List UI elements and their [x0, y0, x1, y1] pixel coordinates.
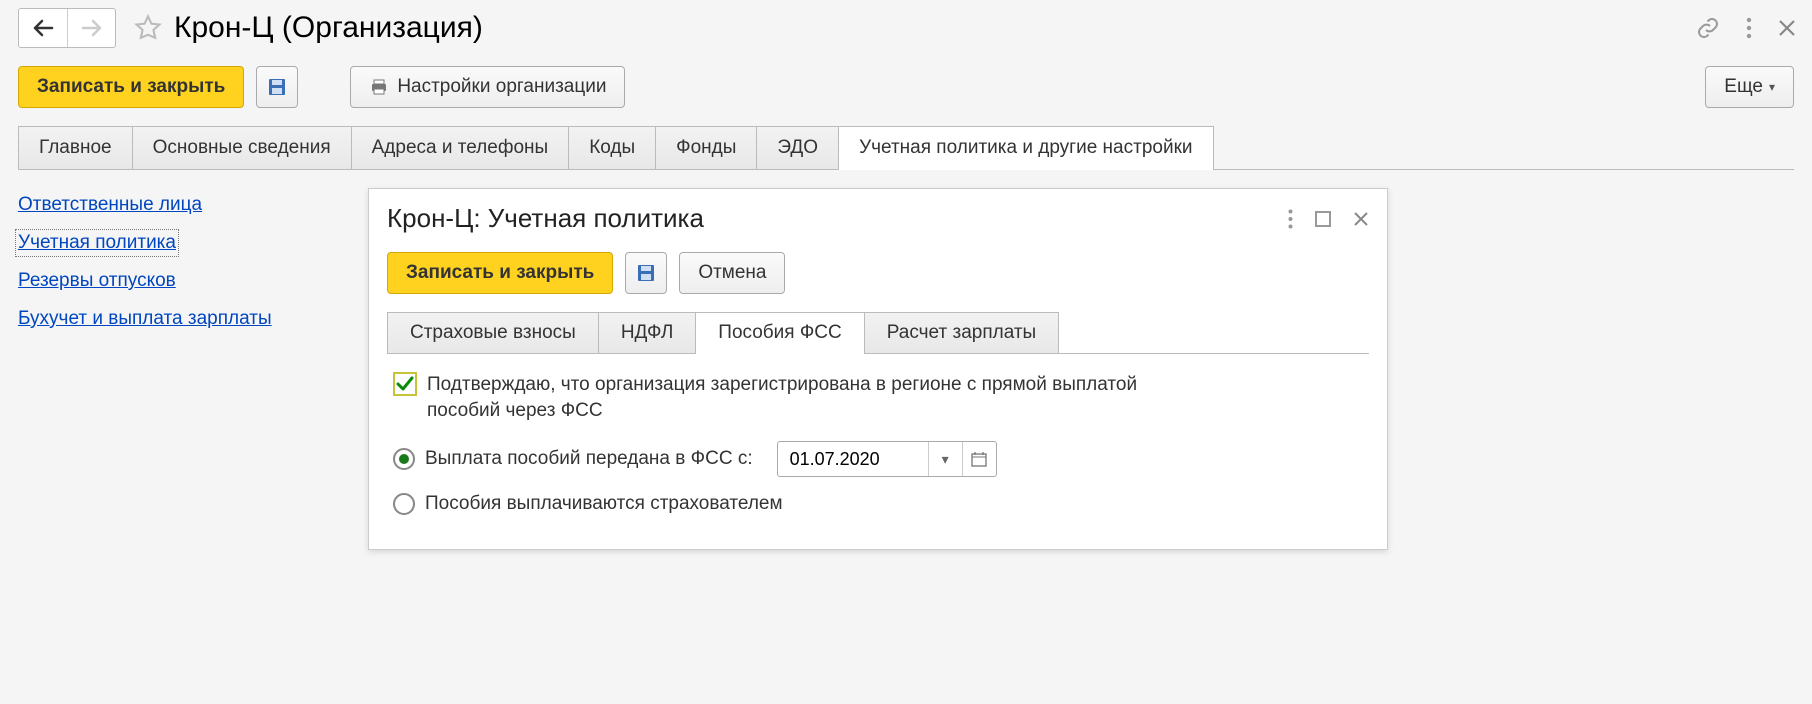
link-responsible[interactable]: Ответственные лица	[18, 194, 202, 216]
fss-panel: Подтверждаю, что организация зарегистрир…	[369, 354, 1387, 549]
more-button[interactable]: Еще ▾	[1705, 66, 1794, 108]
header-controls	[1696, 16, 1796, 40]
page-title: Крон-Ц (Организация)	[174, 11, 483, 45]
subtab-fss-benefits[interactable]: Пособия ФСС	[695, 312, 864, 353]
date-picker-button[interactable]	[962, 442, 996, 476]
tab-codes[interactable]: Коды	[568, 126, 656, 169]
subtab-salary-calc[interactable]: Расчет зарплаты	[864, 312, 1059, 353]
arrow-left-icon	[32, 19, 54, 37]
radio-insured-pays-row: Пособия выплачиваются страхователем	[393, 493, 1363, 515]
kebab-icon[interactable]	[1746, 17, 1752, 39]
link-vacation-reserves[interactable]: Резервы отпусков	[18, 270, 176, 292]
forward-button[interactable]	[67, 9, 115, 47]
sub-close-icon[interactable]	[1353, 209, 1369, 229]
tab-funds[interactable]: Фонды	[655, 126, 757, 169]
check-icon	[396, 375, 414, 393]
save-icon	[636, 263, 656, 283]
subtab-ndfl[interactable]: НДФЛ	[598, 312, 696, 353]
tab-addresses[interactable]: Адреса и телефоны	[351, 126, 570, 169]
arrow-right-icon	[81, 19, 103, 37]
tab-basic-info[interactable]: Основные сведения	[132, 126, 352, 169]
tab-accounting-policy[interactable]: Учетная политика и другие настройки	[838, 126, 1213, 169]
radio-fss-transferred-label: Выплата пособий передана в ФСС с:	[425, 448, 753, 470]
sub-window-header: Крон-Ц: Учетная политика	[369, 189, 1387, 242]
sub-save-and-close-button[interactable]: Записать и закрыть	[387, 252, 613, 294]
tab-main[interactable]: Главное	[18, 126, 133, 169]
tab-edo[interactable]: ЭДО	[756, 126, 839, 169]
save-icon	[267, 77, 287, 97]
sub-save-button[interactable]	[625, 252, 667, 294]
link-icon[interactable]	[1696, 16, 1720, 40]
sub-window-controls	[1288, 209, 1369, 229]
save-button[interactable]	[256, 66, 298, 108]
window-header: Крон-Ц (Организация)	[0, 0, 1812, 56]
org-settings-label: Настройки организации	[397, 76, 606, 98]
main-toolbar: Записать и закрыть Настройки организации…	[0, 56, 1812, 118]
radio-fss-transferred[interactable]	[393, 448, 415, 470]
print-icon	[369, 77, 389, 97]
save-and-close-button[interactable]: Записать и закрыть	[18, 66, 244, 108]
sub-window: Крон-Ц: Учетная политика Записать и закр…	[368, 188, 1388, 550]
side-links: Ответственные лица Учетная политика Резе…	[18, 188, 338, 550]
confirm-row: Подтверждаю, что организация зарегистрир…	[393, 372, 1363, 423]
fss-date-field: ▾	[777, 441, 997, 477]
org-settings-button[interactable]: Настройки организации	[350, 66, 625, 108]
link-accounting-policy[interactable]: Учетная политика	[18, 232, 176, 254]
close-icon[interactable]	[1778, 19, 1796, 37]
radio-insured-pays[interactable]	[393, 493, 415, 515]
sub-toolbar: Записать и закрыть Отмена	[369, 242, 1387, 304]
back-button[interactable]	[19, 9, 67, 47]
cancel-button[interactable]: Отмена	[679, 252, 785, 294]
confirm-label: Подтверждаю, что организация зарегистрир…	[427, 372, 1147, 423]
favorite-icon[interactable]	[128, 8, 168, 48]
radio-fss-transferred-row: Выплата пособий передана в ФСС с: ▾	[393, 441, 1363, 477]
more-label: Еще	[1724, 76, 1763, 98]
main-tabs: Главное Основные сведения Адреса и телеф…	[18, 126, 1794, 170]
link-accounting-salary[interactable]: Бухучет и выплата зарплаты	[18, 308, 272, 330]
sub-tabs: Страховые взносы НДФЛ Пособия ФСС Расчет…	[387, 312, 1369, 354]
calendar-icon	[971, 451, 987, 467]
content-area: Ответственные лица Учетная политика Резе…	[0, 170, 1812, 568]
chevron-down-icon: ▾	[1769, 80, 1775, 94]
sub-window-title: Крон-Ц: Учетная политика	[387, 203, 704, 234]
confirm-checkbox[interactable]	[393, 372, 417, 396]
subtab-insurance[interactable]: Страховые взносы	[387, 312, 599, 353]
radio-insured-pays-label: Пособия выплачиваются страхователем	[425, 493, 783, 515]
date-dropdown-button[interactable]: ▾	[928, 442, 962, 476]
sub-maximize-icon[interactable]	[1315, 209, 1331, 229]
nav-buttons	[18, 8, 116, 48]
fss-date-input[interactable]	[778, 442, 928, 476]
sub-kebab-icon[interactable]	[1288, 209, 1293, 229]
